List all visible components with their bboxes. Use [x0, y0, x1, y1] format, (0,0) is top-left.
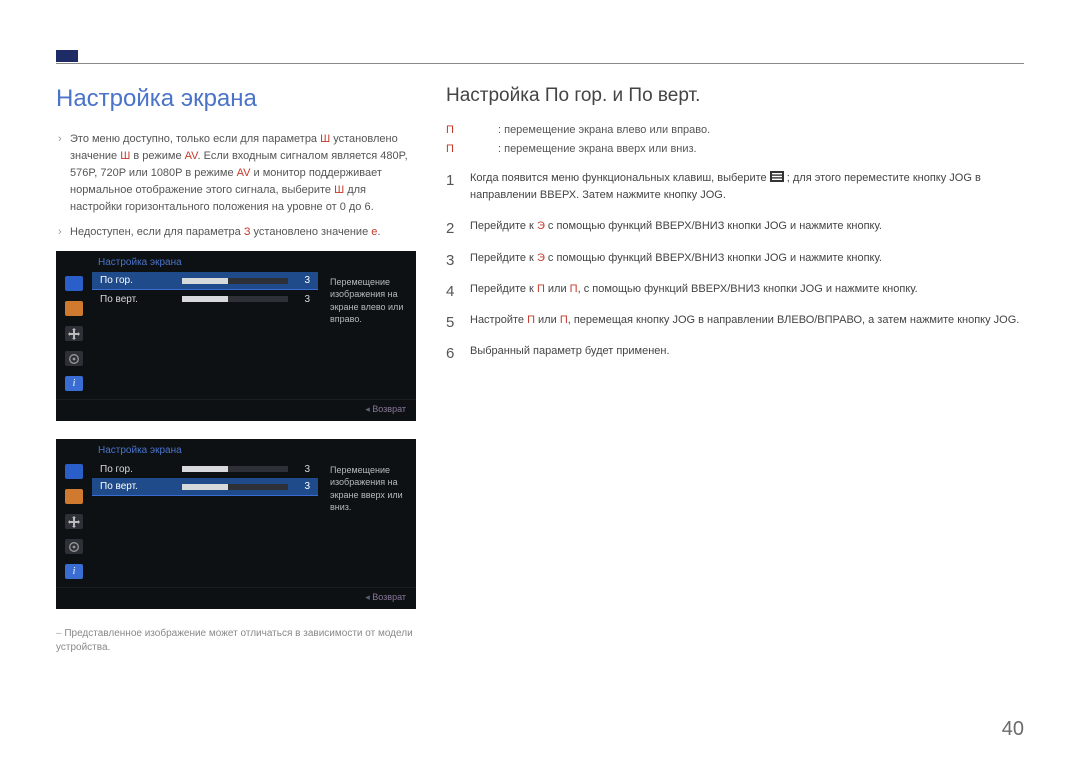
osd-slider [182, 296, 288, 302]
gear-icon [65, 539, 83, 554]
menu-icon [770, 171, 784, 182]
section-title: Настройка экрана [56, 85, 418, 113]
osd-description: Перемещение изображения на экране вверх … [324, 460, 416, 587]
subsection-title: Настройка По гор. и По верт. [446, 85, 1024, 107]
osd-slider [182, 466, 288, 472]
page-number: 40 [1002, 718, 1024, 741]
display-icon [65, 276, 83, 291]
osd-value: 3 [296, 275, 310, 286]
step-item: Перейдите к П или П, с помощью функций В… [446, 281, 1024, 312]
osd-slider [182, 484, 288, 490]
osd-description: Перемещение изображения на экране влево … [324, 272, 416, 399]
osd-icon-stack: i [56, 272, 92, 399]
step-list: Когда появится меню функциональных клави… [446, 170, 1024, 373]
note-item: Это меню доступно, только если для парам… [56, 131, 418, 216]
osd-row-label: По гор. [100, 464, 174, 475]
osd-icon-stack: i [56, 460, 92, 587]
osd-return: Возврат [56, 587, 416, 609]
osd-value: 3 [296, 294, 310, 305]
step-item: Перейдите к Э с помощью функций ВВЕРХ/ВН… [446, 218, 1024, 249]
gear-icon [65, 351, 83, 366]
step-item: Выбранный параметр будет применен. [446, 343, 1024, 374]
osd-row-vpos: По верт. 3 [92, 290, 318, 308]
osd-row-hpos: По гор. 3 [92, 272, 318, 290]
osd-return: Возврат [56, 399, 416, 421]
osd-title: Настройка экрана [56, 439, 416, 460]
picture-icon [65, 301, 83, 316]
info-icon: i [65, 376, 83, 391]
osd-value: 3 [296, 464, 310, 475]
osd-row-vpos: По верт. 3 [92, 478, 318, 496]
chapter-rule [56, 50, 1024, 64]
note-item: Недоступен, если для параметра З установ… [56, 224, 418, 241]
info-icon: i [65, 564, 83, 579]
step-item: Когда появится меню функциональных клави… [446, 170, 1024, 218]
move-icon [65, 514, 83, 529]
osd-row-hpos: По гор. 3 [92, 460, 318, 478]
osd-row-label: По верт. [100, 294, 174, 305]
osd-slider [182, 278, 288, 284]
osd-preview-horizontal: Настройка экрана i По гор. 3 П [56, 251, 416, 421]
osd-title: Настройка экрана [56, 251, 416, 272]
osd-preview-vertical: Настройка экрана i По гор. 3 П [56, 439, 416, 609]
step-item: Перейдите к Э с помощью функций ВВЕРХ/ВН… [446, 250, 1024, 281]
osd-row-label: По гор. [100, 275, 174, 286]
picture-icon [65, 489, 83, 504]
display-icon [65, 464, 83, 479]
footnote-text: Представленное изображение может отличат… [56, 627, 418, 655]
definitions: П : перемещение экрана влево или вправо.… [446, 121, 1024, 158]
osd-value: 3 [296, 481, 310, 492]
move-icon [65, 326, 83, 341]
step-item: Настройте П или П, перемещая кнопку JOG … [446, 312, 1024, 343]
osd-row-label: По верт. [100, 481, 174, 492]
